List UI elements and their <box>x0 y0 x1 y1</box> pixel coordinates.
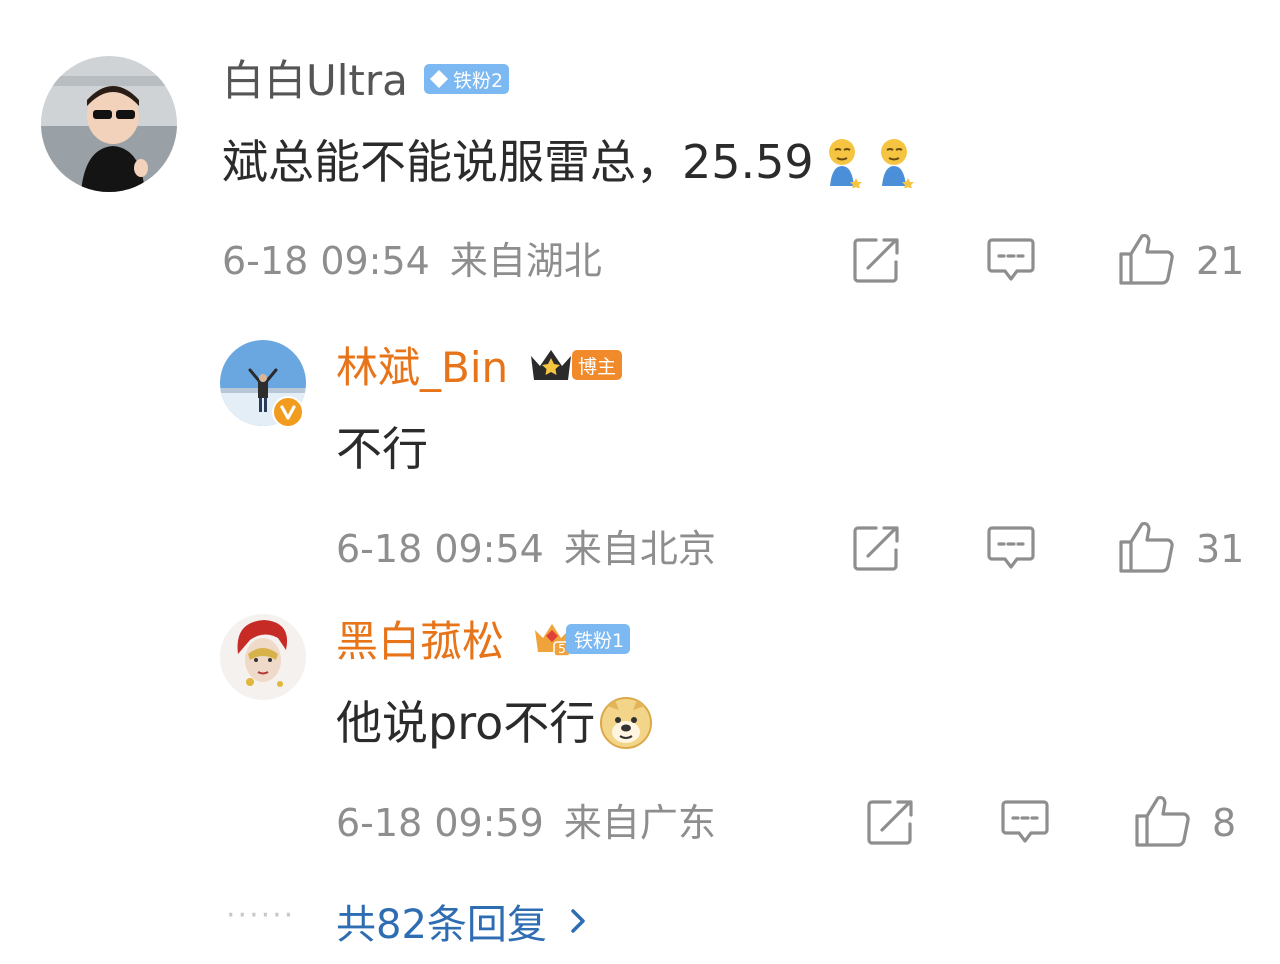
chevron-right-icon <box>571 909 585 933</box>
blogger-badge[interactable]: 博主 <box>572 350 623 380</box>
fan-badge[interactable]: 铁粉2 <box>424 64 510 94</box>
comment-text: 他说pro不行 <box>336 696 653 750</box>
comment-icon <box>1001 800 1049 843</box>
level-number: 5 <box>558 642 566 656</box>
avatar[interactable] <box>41 56 177 192</box>
share-icon <box>853 526 899 571</box>
username[interactable]: 黑白菰松 <box>336 621 504 663</box>
thumbs-up-icon <box>1119 233 1174 285</box>
comment-button[interactable] <box>986 524 1036 572</box>
location: 来自湖北 <box>449 239 602 283</box>
diamond-icon <box>430 70 448 88</box>
thumbs-up-icon <box>1135 795 1190 847</box>
like-count: 21 <box>1196 239 1245 283</box>
like-count: 31 <box>1196 527 1245 571</box>
comment-text: 不行 <box>336 422 428 476</box>
share-icon <box>853 238 899 283</box>
dots-divider: ······ <box>226 898 296 933</box>
timestamp: 6-18 09:54 <box>222 239 430 283</box>
like-button[interactable] <box>1134 794 1192 848</box>
avatar[interactable] <box>220 614 306 700</box>
like-count: 8 <box>1212 801 1237 845</box>
comment-button[interactable] <box>1000 798 1050 846</box>
username[interactable]: 林斌_Bin <box>336 347 508 389</box>
username[interactable]: 白白Ultra <box>222 60 408 102</box>
share-button[interactable] <box>866 798 916 846</box>
blogger-badge-label: 博主 <box>578 355 617 378</box>
crown-icon <box>528 346 574 388</box>
fan-badge-label: 铁粉2 <box>453 69 504 92</box>
comment-meta: 6-18 09:54 来自北京 <box>336 530 716 568</box>
more-replies-label: 共82条回复 <box>336 902 547 948</box>
smirk-emoji <box>822 136 866 188</box>
share-button[interactable] <box>852 236 902 284</box>
comment-text: 斌总能不能说服雷总，25.59 <box>222 136 918 188</box>
fan-badge-label: 铁粉1 <box>574 629 625 652</box>
comment-icon <box>987 526 1035 569</box>
share-icon <box>867 800 913 845</box>
location: 来自北京 <box>563 527 716 571</box>
thumbs-up-icon <box>1119 521 1174 573</box>
comment-icon <box>987 238 1035 281</box>
timestamp: 6-18 09:59 <box>336 801 544 845</box>
smirk-emoji <box>874 136 918 188</box>
comment-meta: 6-18 09:54 来自湖北 <box>222 242 602 280</box>
fan-badge[interactable]: 铁粉1 <box>566 624 631 654</box>
timestamp: 6-18 09:54 <box>336 527 544 571</box>
like-button[interactable] <box>1118 520 1176 574</box>
comment-meta: 6-18 09:59 来自广东 <box>336 804 716 842</box>
share-button[interactable] <box>852 524 902 572</box>
more-replies-link[interactable]: 共82条回复 <box>336 892 591 950</box>
verified-icon <box>272 396 304 428</box>
location: 来自广东 <box>563 801 716 845</box>
comment-button[interactable] <box>986 236 1036 284</box>
like-button[interactable] <box>1118 232 1176 286</box>
doge-emoji <box>599 696 653 750</box>
